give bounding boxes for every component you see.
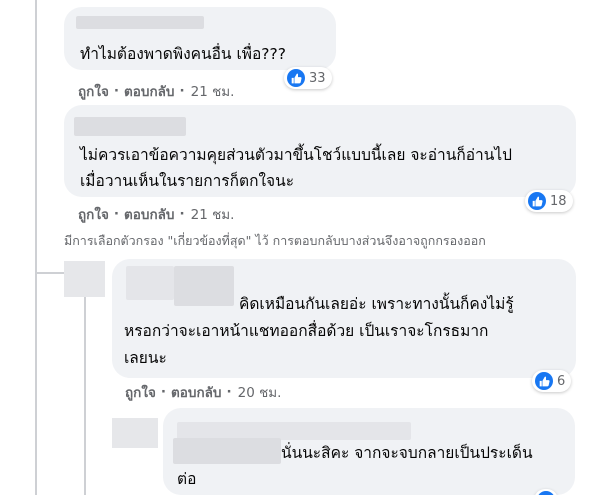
timestamp[interactable]: 21 ชม. — [191, 203, 235, 225]
comment-text: ทำไมต้องพาดพิงคนอื่น เพื่อ??? — [80, 45, 286, 63]
like-button[interactable]: ถูกใจ — [125, 381, 156, 403]
like-icon — [287, 69, 305, 87]
separator-dot: · — [179, 83, 185, 99]
author-name-extra — [126, 266, 174, 300]
reply-bubble: นั่นนะสิคะ จากจะจบกลายเป็นประเด็น ต่อ — [163, 408, 575, 495]
avatar[interactable] — [64, 261, 105, 297]
reply-button[interactable]: ตอบกลับ — [171, 381, 221, 403]
like-icon — [528, 192, 546, 210]
separator-dot: · — [113, 206, 119, 222]
like-button[interactable]: ถูกใจ — [78, 80, 109, 102]
reply-text-line: หรอกว่าจะเอาหน้าแชทออกสื่อด้วย เป็นเราจะ… — [124, 322, 489, 340]
reaction-count: 18 — [550, 193, 567, 209]
separator-dot: · — [160, 384, 166, 400]
comment-actions: ถูกใจ · ตอบกลับ · 21 ชม. — [78, 80, 234, 102]
separator-dot: · — [113, 83, 119, 99]
reply-text-line: คิดเหมือนกันเลยอ่ะ เพราะทางนั้นก็คงไม่รู… — [239, 295, 514, 313]
reaction-count: 33 — [309, 70, 326, 86]
reaction-summary[interactable]: 33 — [284, 67, 332, 89]
separator-dot: · — [226, 384, 232, 400]
timestamp[interactable]: 20 ชม. — [238, 381, 282, 403]
reaction-summary[interactable]: 6 — [532, 370, 572, 392]
author-name-extra — [173, 438, 281, 464]
reply-button[interactable]: ตอบกลับ — [124, 203, 174, 225]
separator-dot: · — [179, 206, 185, 222]
reply-actions: ถูกใจ · ตอบกลับ · 20 ชม. — [125, 381, 281, 403]
reply-thread-line — [84, 282, 86, 495]
like-button[interactable]: ถูกใจ — [78, 203, 109, 225]
comment-text-line: ไม่ควรเอาข้อความคุยส่วนตัวมาขึ้นโชว์แบบน… — [80, 146, 512, 164]
author-name[interactable] — [76, 16, 204, 29]
timestamp[interactable]: 21 ชม. — [191, 80, 235, 102]
reply-text-line: นั่นนะสิคะ จากจะจบกลายเป็นประเด็น — [281, 444, 533, 462]
comment-bubble: ไม่ควรเอาข้อความคุยส่วนตัวมาขึ้นโชว์แบบน… — [64, 105, 576, 197]
reply-text-line: ต่อ — [177, 470, 197, 488]
like-icon — [535, 372, 553, 390]
author-name[interactable] — [174, 266, 234, 306]
reply-button[interactable]: ตอบกลับ — [124, 80, 174, 102]
like-icon — [537, 491, 555, 495]
comment-actions: ถูกใจ · ตอบกลับ · 21 ชม. — [78, 203, 234, 225]
reaction-count: 6 — [557, 373, 566, 389]
filter-notice: มีการเลือกตัวกรอง "เกี่ยวข้องที่สุด" ไว้… — [64, 233, 486, 248]
reply-text-line: เลยนะ — [124, 349, 167, 367]
thread-line — [35, 0, 37, 495]
thread-branch-line — [35, 272, 65, 274]
reply-bubble: คิดเหมือนกันเลยอ่ะ เพราะทางนั้นก็คงไม่รู… — [112, 259, 576, 378]
avatar[interactable] — [112, 418, 158, 448]
reaction-summary[interactable]: 18 — [525, 190, 573, 212]
author-name[interactable] — [74, 117, 186, 136]
comment-bubble: ทำไมต้องพาดพิงคนอื่น เพื่อ??? — [64, 7, 336, 70]
comment-text-line: เมื่อวานเห็นในรายการก็ตกใจนะ — [80, 172, 295, 190]
